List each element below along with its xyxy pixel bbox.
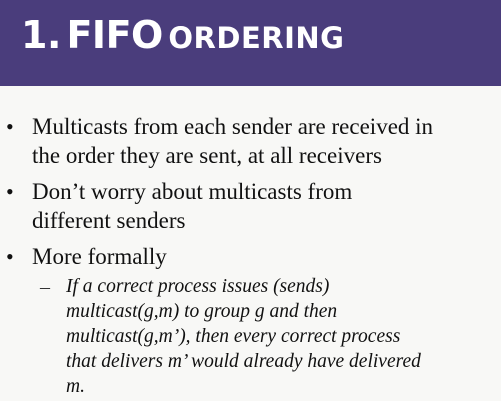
bullet-marker: • — [6, 114, 14, 139]
slide: 1. FIFO ORDERING • Multicasts from each … — [0, 0, 501, 401]
title-word: ORDERING — [168, 21, 345, 55]
slide-title: 1. FIFO ORDERING — [21, 16, 344, 54]
bullet-marker: • — [6, 244, 14, 269]
bullet-text: More formally — [32, 244, 167, 269]
title-bar: 1. FIFO ORDERING — [0, 0, 501, 86]
bullet-marker: • — [6, 179, 14, 204]
sub-bullet-marker: – — [40, 276, 50, 298]
title-number: 1. — [21, 13, 61, 57]
sub-bullet-text: If a correct process issues (sends) mult… — [66, 276, 421, 397]
bullet-text: Multicasts from each sender are received… — [32, 114, 434, 168]
bullet-text: Don’t worry about multicasts from differ… — [32, 179, 353, 233]
title-acronym: FIFO — [66, 13, 163, 57]
